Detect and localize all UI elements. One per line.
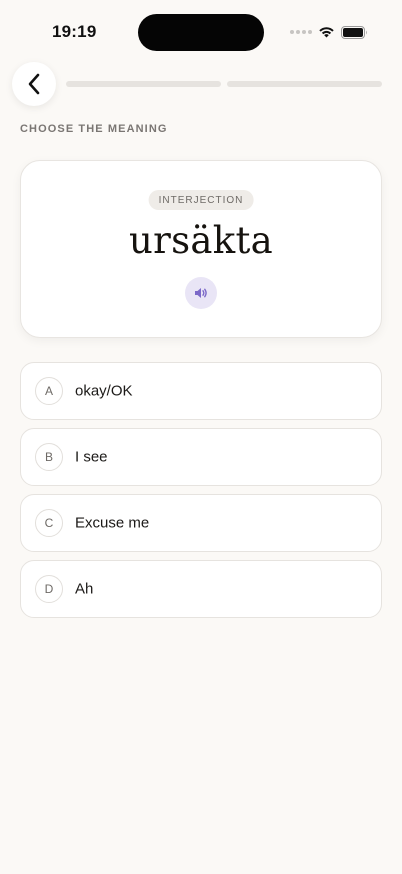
option-c[interactable]: C Excuse me xyxy=(20,494,382,552)
progress-segment-2 xyxy=(227,81,382,87)
status-icons xyxy=(290,24,368,40)
option-text: okay/OK xyxy=(75,382,133,400)
option-a[interactable]: A okay/OK xyxy=(20,362,382,420)
option-text: I see xyxy=(75,448,108,466)
status-time: 19:19 xyxy=(52,22,97,41)
back-button[interactable] xyxy=(12,62,56,106)
word-card: INTERJECTION ursäkta xyxy=(20,160,382,338)
wifi-icon xyxy=(319,27,334,38)
option-text: Ah xyxy=(75,580,94,598)
option-letter-badge: D xyxy=(35,575,63,603)
audio-button[interactable] xyxy=(185,277,217,309)
chevron-left-icon xyxy=(28,73,40,95)
option-text: Excuse me xyxy=(75,514,150,532)
option-letter-badge: B xyxy=(35,443,63,471)
cellular-signal-icon xyxy=(290,30,312,34)
option-b[interactable]: B I see xyxy=(20,428,382,486)
status-bar: 19:19 xyxy=(0,0,402,64)
dynamic-island xyxy=(138,14,264,51)
battery-icon xyxy=(341,25,367,39)
answer-options: A okay/OK B I see C Excuse me D Ah xyxy=(20,362,382,626)
option-letter-badge: C xyxy=(35,509,63,537)
instruction-label: CHOOSE THE MEANING xyxy=(20,123,168,135)
target-word: ursäkta xyxy=(128,219,273,262)
quiz-screen: 19:19 CHOOSE THE MEANING INTERJECTION ur… xyxy=(0,0,402,874)
part-of-speech-badge: INTERJECTION xyxy=(148,190,254,210)
progress-segment-1 xyxy=(66,81,221,87)
option-letter-badge: A xyxy=(35,377,63,405)
speaker-icon xyxy=(195,288,207,298)
option-d[interactable]: D Ah xyxy=(20,560,382,618)
